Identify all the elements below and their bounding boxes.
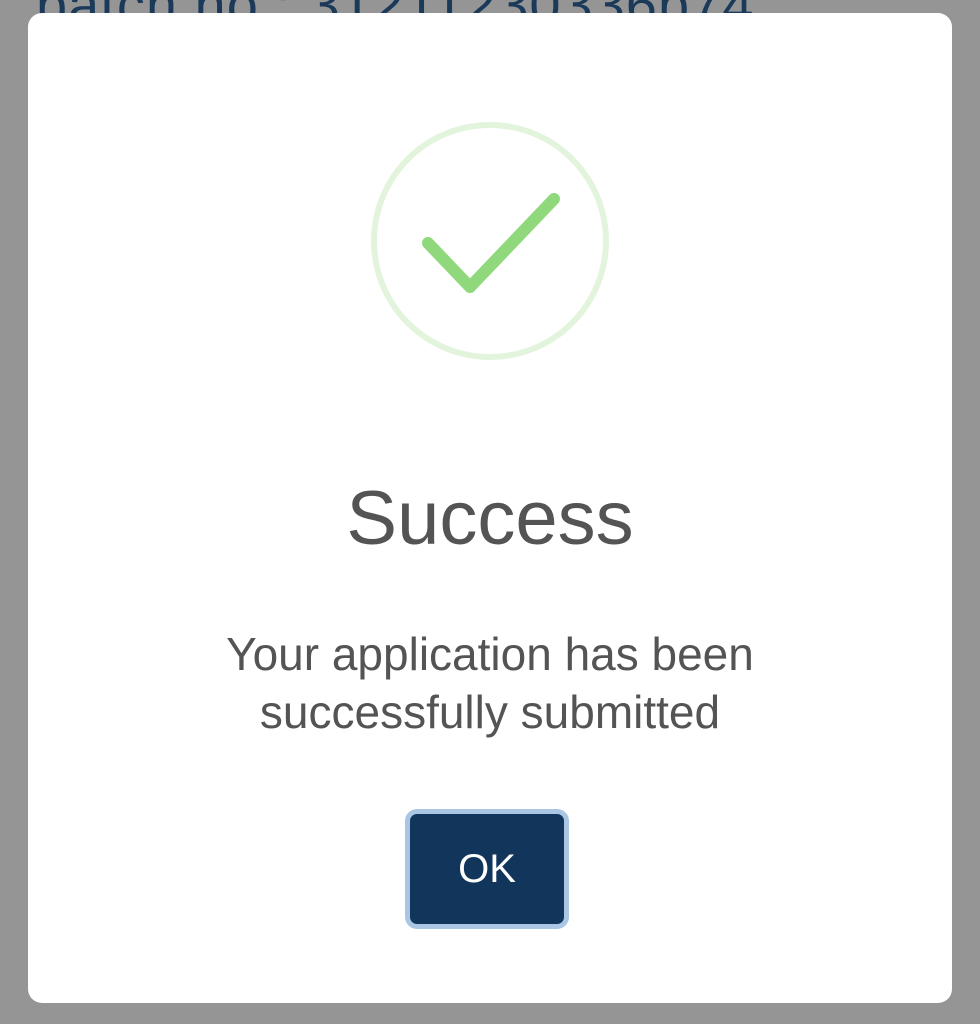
checkmark-circle-icon [370, 121, 610, 361]
success-dialog: Success Your application has been succes… [28, 13, 952, 1003]
dialog-title: Success [346, 476, 634, 561]
dialog-message: Your application has been successfully s… [226, 628, 754, 738]
ok-button[interactable]: OK [405, 809, 569, 929]
